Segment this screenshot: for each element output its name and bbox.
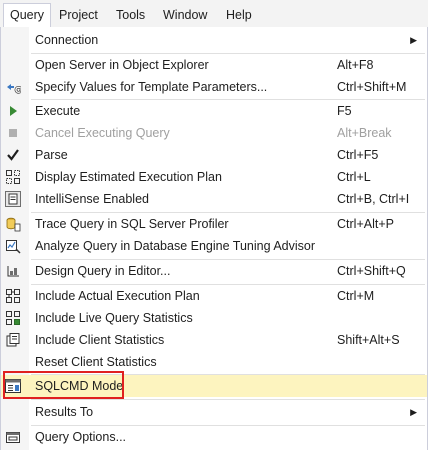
menu-item-label: Analyze Query in Database Engine Tuning … [35,239,316,253]
menu-item-label: Results To [35,405,94,419]
menu-item-label: Reset Client Statistics [35,355,157,369]
menu-item-shortcut: Alt+F8 [337,58,374,72]
template-parameters-icon: @ [5,79,23,95]
query-dropdown-menu: Connection ▶ Open Server in Object Explo… [0,27,428,450]
menu-item-label: Parse [35,148,68,162]
play-icon [5,103,21,119]
menu-item-shortcut: F5 [337,104,352,118]
profiler-icon [5,216,21,232]
menubar-project[interactable]: Project [53,4,104,26]
menu-item-shortcut: Ctrl+Shift+Q [337,264,406,278]
menu-item-display-estimated-plan[interactable]: Display Estimated Execution Plan Ctrl+L [1,166,427,188]
menubar-window[interactable]: Window [157,4,213,26]
menu-item-shortcut: Ctrl+B, Ctrl+I [337,192,410,206]
menu-item-analyze-tuning-advisor[interactable]: Analyze Query in Database Engine Tuning … [1,235,427,257]
intellisense-icon [5,191,21,207]
client-stats-icon [5,332,21,348]
menu-item-shortcut: Alt+Break [337,126,392,140]
menu-item-results-to[interactable]: Results To ▶ [1,401,427,423]
menu-item-label: Display Estimated Execution Plan [35,170,222,184]
menu-item-label: Execute [35,104,81,118]
menu-item-label: Include Actual Execution Plan [35,289,200,303]
menu-separator [31,399,425,400]
menu-item-label: IntelliSense Enabled [35,192,149,206]
menu-item-shortcut: Ctrl+Alt+P [337,217,394,231]
menu-item-connection[interactable]: Connection ▶ [1,29,427,51]
menu-item-label: Open Server in Object Explorer [35,58,209,72]
menu-item-design-query-editor[interactable]: Design Query in Editor... Ctrl+Shift+Q [1,260,427,282]
menubar-query[interactable]: Query [3,3,52,28]
menu-item-label: Query Options... [35,430,127,444]
menu-item-trace-query-profiler[interactable]: Trace Query in SQL Server Profiler Ctrl+… [1,213,427,235]
menu-item-label: Cancel Executing Query [35,126,170,140]
menu-item-execute[interactable]: Execute F5 [1,100,427,122]
query-designer-icon [5,263,21,279]
menubar-tools[interactable]: Tools [110,4,151,26]
stop-icon [5,125,21,141]
menu-item-label: Specify Values for Template Parameters..… [35,80,268,94]
menu-bar: Query Project Tools Window Help [0,0,428,28]
menu-item-specify-template-parameters[interactable]: @ Specify Values for Template Parameters… [1,76,427,98]
menu-item-label: Design Query in Editor... [35,264,171,278]
menu-item-shortcut: Ctrl+L [337,170,371,184]
menu-item-label: Trace Query in SQL Server Profiler [35,217,229,231]
menu-item-shortcut: Ctrl+Shift+M [337,80,407,94]
menu-item-shortcut: Shift+Alt+S [337,333,400,347]
menu-item-open-server-object-explorer[interactable]: Open Server in Object Explorer Alt+F8 [1,54,427,76]
menu-item-cancel-executing-query[interactable]: Cancel Executing Query Alt+Break [1,122,427,144]
menu-item-query-options[interactable]: Query Options... [1,426,427,448]
sqlcmd-icon [5,378,21,394]
actual-plan-icon [5,288,21,304]
menu-item-reset-client-stats[interactable]: Reset Client Statistics [1,351,427,373]
menu-item-label: SQLCMD Mode [35,379,124,393]
checkmark-icon [5,147,21,163]
menu-item-shortcut: Ctrl+M [337,289,375,303]
menu-item-sqlcmd-mode[interactable]: SQLCMD Mode [1,375,427,397]
menu-item-label: Include Client Statistics [35,333,165,347]
menu-item-include-live-stats[interactable]: Include Live Query Statistics [1,307,427,329]
execution-plan-icon [5,169,21,185]
svg-text:@: @ [14,85,21,95]
menu-item-label: Connection [35,33,99,47]
tuning-advisor-icon [5,238,21,254]
menu-item-intellisense-enabled[interactable]: IntelliSense Enabled Ctrl+B, Ctrl+I [1,188,427,210]
menubar-help[interactable]: Help [220,4,258,26]
menu-item-include-actual-plan[interactable]: Include Actual Execution Plan Ctrl+M [1,285,427,307]
menu-item-parse[interactable]: Parse Ctrl+F5 [1,144,427,166]
submenu-arrow-icon: ▶ [410,35,417,45]
submenu-arrow-icon: ▶ [410,407,417,417]
query-options-icon [5,429,21,445]
menu-item-include-client-stats[interactable]: Include Client Statistics Shift+Alt+S [1,329,427,351]
menu-item-label: Include Live Query Statistics [35,311,193,325]
live-stats-icon [5,310,21,326]
menu-item-shortcut: Ctrl+F5 [337,148,379,162]
